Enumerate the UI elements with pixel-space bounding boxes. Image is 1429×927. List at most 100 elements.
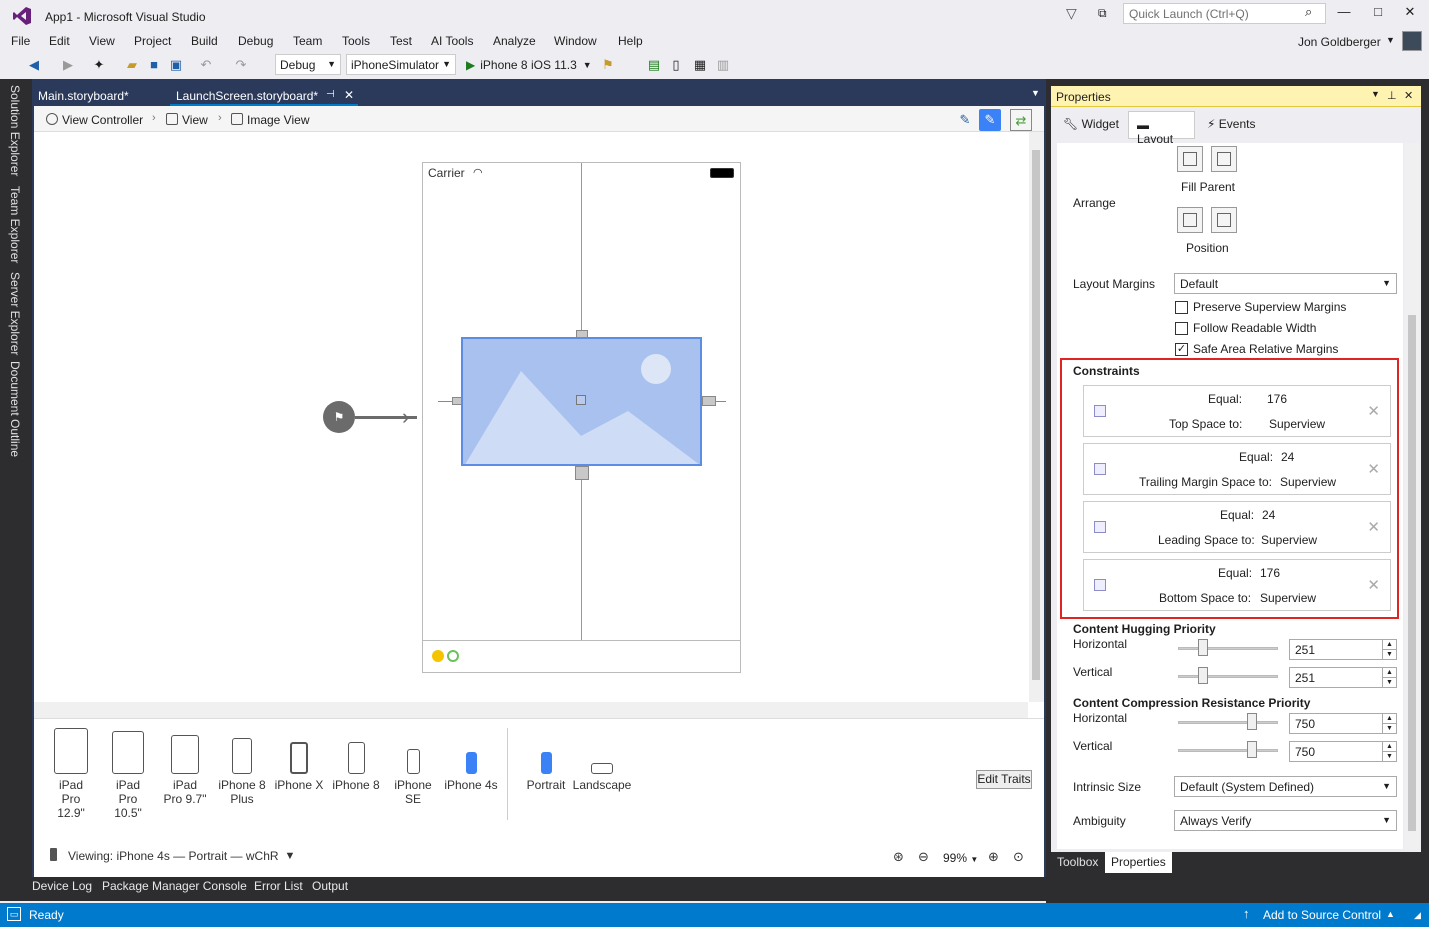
menu-test[interactable]: Test bbox=[390, 34, 412, 48]
quick-launch-input[interactable]: Quick Launch (Ctrl+Q) bbox=[1123, 3, 1326, 24]
tab-widget[interactable]: 🔧︎ Widget bbox=[1055, 111, 1127, 139]
menu-view[interactable]: View bbox=[89, 34, 115, 48]
fill-horizontal-button[interactable] bbox=[1177, 146, 1203, 172]
position-middle-button[interactable] bbox=[1211, 207, 1237, 233]
device-iphone-se[interactable]: iPhone SE bbox=[386, 749, 440, 806]
update-constraints-icon[interactable]: ⇄ bbox=[1010, 109, 1032, 131]
new-project-icon[interactable]: ✦ bbox=[91, 57, 107, 73]
breadcrumb-view-controller[interactable]: View Controller bbox=[46, 113, 143, 127]
constraint-value[interactable]: 176 bbox=[1267, 392, 1287, 406]
menu-analyze[interactable]: Analyze bbox=[493, 34, 536, 48]
constraint-handle-leading[interactable] bbox=[452, 397, 462, 405]
orientation-portrait[interactable]: Portrait bbox=[522, 752, 570, 792]
tab-layout[interactable]: ▬ Layout bbox=[1128, 111, 1195, 146]
breadcrumb-view[interactable]: View bbox=[166, 113, 208, 127]
intrinsic-size-select[interactable]: Default (System Defined) ▼ bbox=[1174, 776, 1397, 797]
edit-icon[interactable]: ✎ bbox=[954, 109, 976, 131]
run-button[interactable]: ▶ iPhone 8 iOS 11.3 ▼ bbox=[466, 55, 592, 74]
compression-vertical-slider[interactable] bbox=[1178, 749, 1278, 752]
tab-error-list[interactable]: Error List bbox=[254, 879, 303, 893]
tab-team-explorer[interactable]: Team Explorer bbox=[8, 186, 22, 263]
menu-edit[interactable]: Edit bbox=[49, 34, 70, 48]
add-to-source-control-button[interactable]: Add to Source Control bbox=[1263, 908, 1381, 922]
constraint-value[interactable]: 24 bbox=[1262, 508, 1275, 522]
constraint-value[interactable]: 176 bbox=[1260, 566, 1280, 580]
compression-vertical-input[interactable]: 750 ▲ ▼ bbox=[1289, 741, 1397, 762]
menu-window[interactable]: Window bbox=[554, 34, 597, 48]
menu-tools[interactable]: Tools bbox=[342, 34, 370, 48]
close-icon[interactable]: ✕ bbox=[344, 88, 354, 102]
constraint-card-trailing[interactable]: Equal: 24 Trailing Margin Space to: Supe… bbox=[1083, 443, 1391, 495]
device-ipad-pro-9-7[interactable]: iPad Pro 9.7" bbox=[162, 735, 208, 806]
disabled-tool-icon[interactable]: ▥ bbox=[715, 57, 731, 73]
phone-icon[interactable]: ▯ bbox=[668, 57, 684, 73]
entry-point-icon[interactable]: ⚑ bbox=[323, 401, 355, 433]
chevron-up-icon[interactable]: ▲ bbox=[1386, 909, 1395, 919]
chevron-down-icon[interactable]: ▼ bbox=[1382, 677, 1396, 687]
close-icon[interactable]: ✕ bbox=[1367, 576, 1380, 594]
pin-icon[interactable]: ⊣ bbox=[326, 89, 335, 100]
tab-output[interactable]: Output bbox=[312, 879, 348, 893]
close-icon[interactable]: ✕ bbox=[1367, 518, 1380, 536]
attach-icon[interactable]: ⚑ bbox=[600, 57, 616, 73]
close-icon[interactable]: ✕ bbox=[1404, 89, 1413, 102]
compression-horizontal-slider[interactable] bbox=[1178, 721, 1278, 724]
pin-icon[interactable]: ⊥ bbox=[1387, 89, 1397, 102]
arrow-up-icon[interactable]: ↑ bbox=[1243, 906, 1250, 921]
search-icon[interactable]: ⌕ bbox=[1305, 4, 1312, 20]
tab-launchscreen-storyboard[interactable]: LaunchScreen.storyboard* ⊣ ✕ bbox=[170, 86, 358, 106]
ambiguity-select[interactable]: Always Verify ▼ bbox=[1174, 810, 1397, 831]
tab-toolbox[interactable]: Toolbox bbox=[1051, 852, 1104, 873]
horizontal-scrollbar[interactable] bbox=[34, 702, 1028, 718]
chevron-down-icon[interactable]: ▼ bbox=[1382, 723, 1396, 733]
redo-icon[interactable]: ↷ bbox=[233, 57, 249, 73]
close-icon[interactable]: ✕ bbox=[1367, 402, 1380, 420]
device-iphone-x[interactable]: iPhone X bbox=[274, 742, 324, 792]
scrollbar-thumb[interactable] bbox=[1032, 150, 1040, 680]
constraint-handle-bottom[interactable] bbox=[575, 466, 589, 480]
device-ipad-pro-12-9[interactable]: iPad Pro 12.9" bbox=[48, 728, 94, 820]
exit-dock-icon[interactable] bbox=[447, 650, 459, 662]
platform-select[interactable]: iPhoneSimulator ▼ bbox=[346, 54, 456, 75]
tab-document-outline[interactable]: Document Outline bbox=[8, 361, 22, 457]
constraint-handle-top[interactable] bbox=[576, 330, 588, 338]
constraint-mode-icon[interactable]: ✎ bbox=[979, 109, 1001, 131]
hugging-vertical-input[interactable]: 251 ▲ ▼ bbox=[1289, 667, 1397, 688]
fill-vertical-button[interactable] bbox=[1211, 146, 1237, 172]
orientation-landscape[interactable]: Landscape bbox=[572, 763, 632, 792]
slider-thumb[interactable] bbox=[1247, 741, 1257, 758]
follow-readable-width-checkbox[interactable] bbox=[1175, 322, 1188, 335]
resize-grip-icon[interactable]: ◢ bbox=[1414, 910, 1421, 921]
zoom-level-select[interactable]: 99% ▼ bbox=[943, 851, 978, 865]
notifications-icon[interactable]: ⧉ bbox=[1098, 6, 1107, 21]
configuration-select[interactable]: Debug ▼ bbox=[275, 54, 341, 75]
device-iphone-4s[interactable]: iPhone 4s bbox=[443, 752, 499, 792]
chevron-down-icon[interactable]: ▼ bbox=[1031, 88, 1040, 98]
menu-team[interactable]: Team bbox=[293, 34, 322, 48]
chevron-down-icon[interactable]: ▼ bbox=[1382, 751, 1396, 761]
tab-server-explorer[interactable]: Server Explorer bbox=[8, 272, 22, 355]
device-ipad-pro-10-5[interactable]: iPad Pro 10.5" bbox=[105, 731, 151, 820]
avatar[interactable] bbox=[1402, 31, 1422, 51]
slider-thumb[interactable] bbox=[1198, 667, 1208, 684]
tab-events[interactable]: ⚡︎ Events bbox=[1199, 111, 1263, 139]
slider-thumb[interactable] bbox=[1198, 639, 1208, 656]
chevron-down-icon[interactable]: ▼ bbox=[1371, 89, 1380, 99]
chevron-down-icon[interactable]: ▼ bbox=[1382, 649, 1396, 659]
slider-thumb[interactable] bbox=[1247, 713, 1257, 730]
scrollbar-thumb[interactable] bbox=[1408, 315, 1416, 831]
menu-debug[interactable]: Debug bbox=[238, 34, 273, 48]
constraint-card-top[interactable]: Equal: 176 Top Space to: Superview ✕ bbox=[1083, 385, 1391, 437]
constraint-card-bottom[interactable]: Equal: 176 Bottom Space to: Superview ✕ bbox=[1083, 559, 1391, 611]
close-window-button[interactable]: ✕ bbox=[1396, 4, 1424, 24]
open-folder-icon[interactable]: ▰ bbox=[124, 57, 140, 73]
filter-icon[interactable]: ▽ bbox=[1066, 5, 1077, 22]
layout-margins-select[interactable]: Default ▼ bbox=[1174, 273, 1397, 294]
layout-icon[interactable]: ▦ bbox=[692, 57, 708, 73]
menu-help[interactable]: Help bbox=[618, 34, 643, 48]
tab-device-log[interactable]: Device Log bbox=[32, 879, 92, 893]
zoom-out-icon[interactable]: ⊖ bbox=[918, 849, 929, 865]
zoom-fit-icon[interactable]: ⊛ bbox=[893, 849, 904, 865]
device-iphone-8-plus[interactable]: iPhone 8 Plus bbox=[218, 738, 266, 806]
tab-properties[interactable]: Properties bbox=[1105, 852, 1172, 873]
